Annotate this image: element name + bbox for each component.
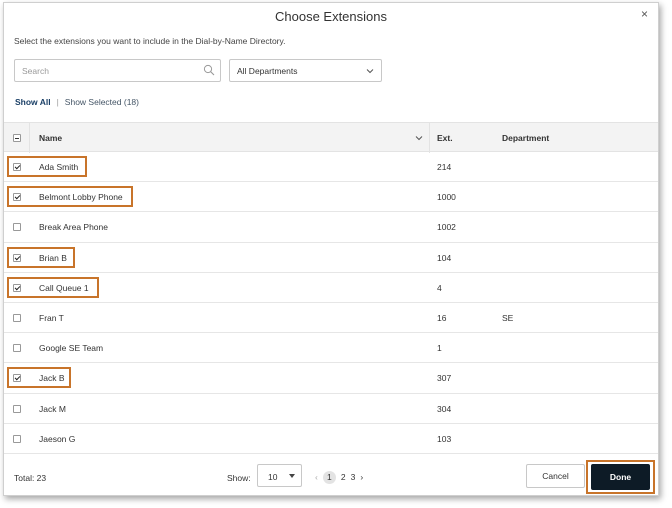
row-name: Ada Smith <box>39 162 79 172</box>
page-size-value: 10 <box>268 472 278 482</box>
row-ext: 307 <box>437 373 452 384</box>
column-ext[interactable]: Ext. <box>437 133 453 143</box>
chevron-down-icon <box>366 69 374 74</box>
row-name: Belmont Lobby Phone <box>39 192 123 203</box>
sort-chevron-icon[interactable] <box>415 134 423 142</box>
total-count: Total: 23 <box>14 473 47 483</box>
select-all-checkbox[interactable] <box>13 134 21 142</box>
table-row[interactable]: Fran T 16 SE <box>4 303 658 334</box>
row-name: Brian B <box>39 252 67 263</box>
page-3-button[interactable]: 3 <box>351 472 356 482</box>
show-all-link[interactable]: Show All <box>15 97 51 107</box>
row-checkbox[interactable] <box>13 404 21 413</box>
dialog-footer: Total: 23 Show: 10 ‹ 1 2 3 › Cancel Done <box>4 459 658 497</box>
department-dropdown[interactable]: All Departments <box>229 59 382 82</box>
filter-separator: | <box>56 97 59 107</box>
search-icon <box>203 64 215 76</box>
dialog-title: Choose Extensions <box>274 9 387 24</box>
table-row[interactable]: Jack B 307 <box>4 363 658 394</box>
row-ext: 16 <box>437 312 447 323</box>
search-input[interactable] <box>15 60 195 81</box>
table-row[interactable]: Jack M 304 <box>4 394 658 424</box>
table-row[interactable]: Call Queue 1 4 <box>4 273 658 303</box>
show-selected-link[interactable]: Show Selected (18) <box>65 97 139 107</box>
table-row[interactable]: Brian B 104 <box>4 243 658 273</box>
caret-down-icon <box>289 474 295 478</box>
row-checkbox[interactable] <box>13 374 21 383</box>
row-checkbox[interactable] <box>13 193 21 202</box>
table-row[interactable]: Jaeson G 103 <box>4 424 658 454</box>
row-name: Jack M <box>39 403 66 414</box>
table-body: Ada Smith 214 Belmont Lobby Phone 1000 Break… <box>4 152 658 454</box>
department-selected: All Departments <box>237 66 298 76</box>
row-ext: 1000 <box>437 192 456 203</box>
table-row[interactable]: Google SE Team 1 <box>4 333 658 364</box>
cancel-button[interactable]: Cancel <box>526 464 585 488</box>
row-name: Google SE Team <box>39 343 104 354</box>
table-row[interactable]: Break Area Phone 1002 <box>4 212 658 243</box>
row-ext: 104 <box>437 252 452 263</box>
row-checkbox[interactable] <box>13 344 21 353</box>
show-label: Show: <box>227 473 251 483</box>
pagination: ‹ 1 2 3 › <box>315 471 368 484</box>
extensions-table: Name Ext. Department Ada Smith 214 Belmont… <box>4 122 658 454</box>
row-name: Fran T <box>39 312 64 323</box>
row-checkbox[interactable] <box>13 253 21 262</box>
row-department: SE <box>502 312 514 323</box>
row-checkbox[interactable] <box>13 223 21 232</box>
close-icon[interactable]: × <box>641 7 648 21</box>
row-ext: 103 <box>437 433 452 444</box>
row-checkbox[interactable] <box>13 434 21 443</box>
row-ext: 214 <box>437 162 452 172</box>
instruction-text: Select the extensions you want to includ… <box>14 36 286 46</box>
filter-links: Show All | Show Selected (18) <box>15 97 139 107</box>
done-highlight: Done <box>586 460 655 494</box>
row-name: Jaeson G <box>39 433 76 444</box>
prev-page-icon[interactable]: ‹ <box>315 472 318 482</box>
choose-extensions-dialog: Choose Extensions × Select the extension… <box>3 2 659 496</box>
row-ext: 304 <box>437 403 452 414</box>
row-name: Call Queue 1 <box>39 282 89 293</box>
row-checkbox[interactable] <box>13 283 21 292</box>
row-checkbox[interactable] <box>13 313 21 322</box>
done-button[interactable]: Done <box>591 464 650 490</box>
row-ext: 1002 <box>437 222 456 233</box>
row-name: Jack B <box>39 373 65 384</box>
page-1-button[interactable]: 1 <box>322 471 336 484</box>
row-name: Break Area Phone <box>39 222 108 233</box>
row-ext: 1 <box>437 343 442 354</box>
column-department[interactable]: Department <box>502 133 549 143</box>
page-size-select[interactable]: 10 <box>257 464 302 487</box>
table-row[interactable]: Ada Smith 214 <box>4 152 658 183</box>
row-ext: 4 <box>437 282 442 293</box>
table-header: Name Ext. Department <box>4 122 658 153</box>
row-checkbox[interactable] <box>13 163 21 171</box>
table-row[interactable]: Belmont Lobby Phone 1000 <box>4 182 658 213</box>
column-name[interactable]: Name <box>39 133 62 143</box>
search-box[interactable] <box>14 59 221 82</box>
next-page-icon[interactable]: › <box>360 472 363 482</box>
page-2-button[interactable]: 2 <box>341 472 346 482</box>
